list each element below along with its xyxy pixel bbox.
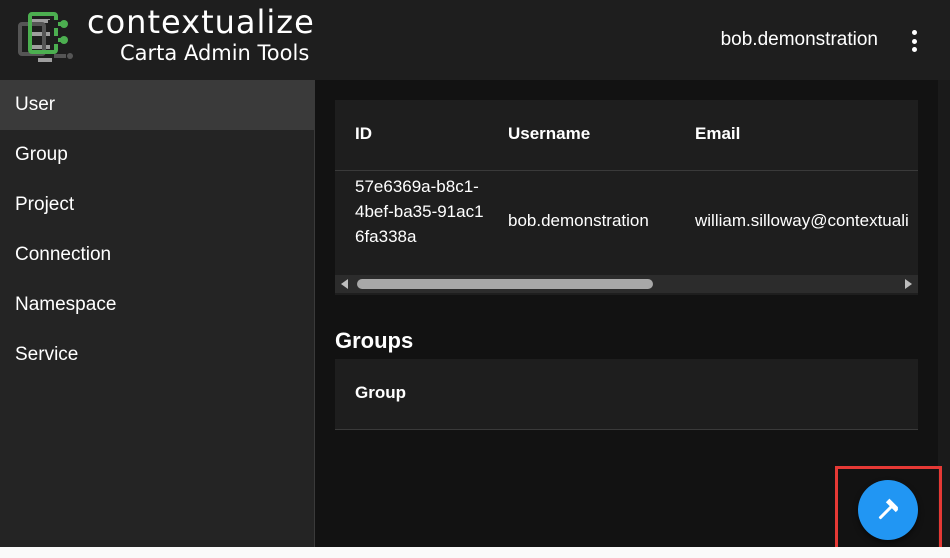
sidebar-item-namespace[interactable]: Namespace <box>0 280 314 330</box>
groups-table: Group <box>335 359 918 430</box>
more-vert-icon[interactable] <box>908 26 920 56</box>
sidebar-item-group[interactable]: Group <box>0 130 314 180</box>
admin-tools-button[interactable] <box>858 480 918 540</box>
column-header-email[interactable]: Email <box>695 124 740 144</box>
cell-email: william.silloway@contextuali <box>695 211 909 230</box>
scroll-left-icon[interactable] <box>341 279 348 289</box>
page-bottom-edge <box>0 547 950 558</box>
table-header-row: ID Username Email <box>335 100 918 171</box>
scrollbar-thumb[interactable] <box>357 279 653 289</box>
sidebar-item-service[interactable]: Service <box>0 330 314 380</box>
brand-name: contextualize <box>87 3 315 41</box>
column-header-username[interactable]: Username <box>508 124 590 144</box>
sidebar-item-connection[interactable]: Connection <box>0 230 314 280</box>
contextualize-logo-icon <box>16 10 80 68</box>
horizontal-scrollbar[interactable] <box>335 275 918 293</box>
cell-user-id: 57e6369a-b8c1-4bef-ba35-91ac16fa338a <box>355 177 484 246</box>
groups-heading: Groups <box>335 328 414 353</box>
sidebar-item-project[interactable]: Project <box>0 180 314 230</box>
scroll-right-icon[interactable] <box>905 279 912 289</box>
app-header: contextualize Carta Admin Tools bob.demo… <box>0 0 950 80</box>
app-subtitle: Carta Admin Tools <box>120 41 310 65</box>
user-table: ID Username Email 57e6369a-b8c1-4bef-ba3… <box>335 100 918 295</box>
current-username[interactable]: bob.demonstration <box>721 29 878 51</box>
hammer-icon <box>878 498 898 520</box>
cell-username: bob.demonstration <box>508 211 649 230</box>
sidebar: User Group Project Connection Namespace … <box>0 80 315 547</box>
column-header-group[interactable]: Group <box>355 383 406 403</box>
sidebar-item-user[interactable]: User <box>0 80 314 130</box>
column-header-id[interactable]: ID <box>355 124 372 144</box>
